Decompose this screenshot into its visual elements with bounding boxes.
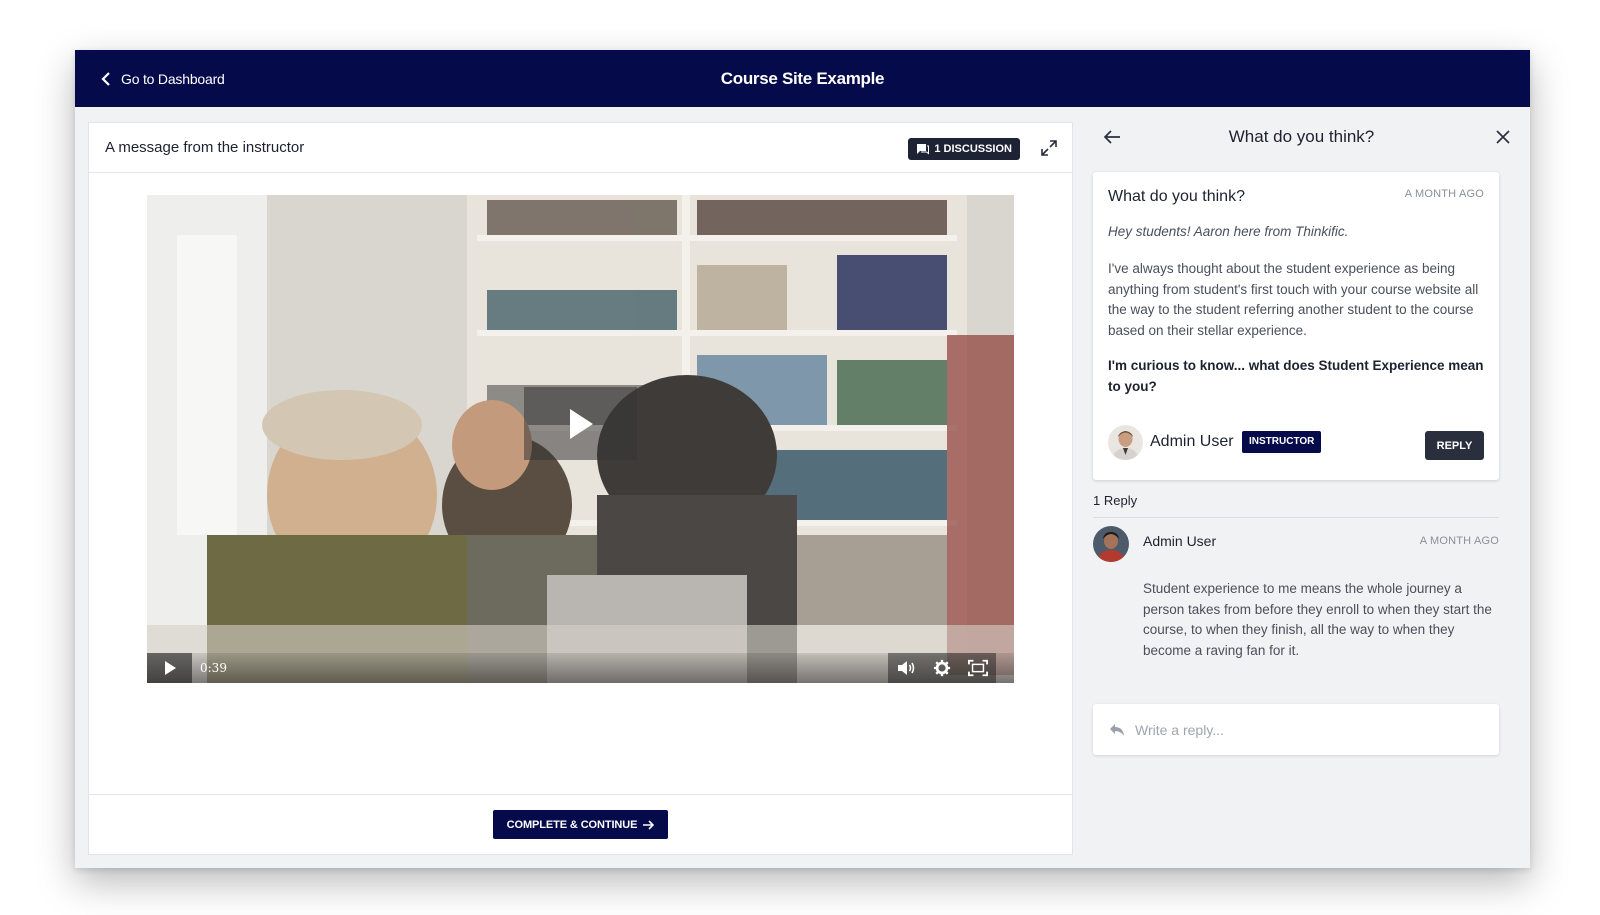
go-to-dashboard-link[interactable]: Go to Dashboard [101, 50, 225, 107]
reply-input[interactable] [1135, 721, 1465, 738]
volume-button[interactable] [888, 653, 924, 683]
video-play-button[interactable] [147, 653, 192, 683]
discussion-button[interactable]: 1 DISCUSSION [908, 138, 1020, 160]
play-icon [569, 408, 593, 439]
app-window: Go to Dashboard Course Site Example A me… [75, 50, 1530, 868]
discussion-header: What do you think? [1073, 107, 1530, 167]
play-icon [164, 661, 176, 675]
video-play-overlay[interactable] [524, 387, 637, 460]
discussion-panel-title: What do you think? [1228, 127, 1375, 146]
post-question: I'm curious to know... what does Student… [1108, 358, 1484, 394]
post-author: Admin User [1150, 433, 1234, 450]
discussion-button-label: 1 DISCUSSION [934, 143, 1012, 155]
top-bar: Go to Dashboard Course Site Example [75, 50, 1530, 107]
complete-continue-button[interactable]: COMPLETE & CONTINUE [492, 810, 669, 839]
fullscreen-button[interactable] [960, 653, 996, 683]
settings-button[interactable] [924, 653, 960, 683]
go-to-dashboard-label: Go to Dashboard [121, 70, 225, 87]
discussion-post: What do you think? A MONTH AGO Hey stude… [1093, 172, 1499, 480]
lesson-header: A message from the instructor 1 DISCUSSI… [89, 123, 1072, 173]
close-icon[interactable] [1496, 130, 1510, 144]
arrow-right-icon [643, 819, 655, 830]
chevron-left-icon [101, 71, 110, 86]
post-intro: Hey students! Aaron here from Thinkific. [1108, 224, 1349, 239]
video-player[interactable]: 0:39 [147, 195, 1014, 683]
lesson-title: A message from the instructor [105, 139, 305, 156]
lesson-footer: COMPLETE & CONTINUE [89, 794, 1072, 854]
avatar [1093, 526, 1129, 562]
site-title: Course Site Example [720, 69, 885, 88]
reply-author: Admin User [1143, 533, 1217, 549]
discussion-sidebar: What do you think? What do you think? A … [1073, 107, 1530, 868]
arrow-left-icon[interactable] [1103, 129, 1121, 145]
complete-continue-label: COMPLETE & CONTINUE [506, 818, 638, 831]
reply-count: 1 Reply [1093, 493, 1138, 508]
post-title: What do you think? [1108, 188, 1245, 205]
reply-input-box[interactable] [1093, 704, 1499, 755]
video-control-bar: 0:39 [147, 653, 1014, 683]
chat-bubble-icon [917, 144, 930, 155]
reply-body: Student experience to me means the whole… [1143, 581, 1492, 658]
video-time: 0:39 [200, 661, 227, 675]
fullscreen-icon [968, 659, 988, 677]
reply-button[interactable]: REPLY [1425, 431, 1484, 460]
reply-arrow-icon [1110, 723, 1124, 736]
post-timestamp: A MONTH AGO [1404, 188, 1484, 200]
reply-timestamp: A MONTH AGO [1419, 535, 1499, 547]
gear-icon [933, 659, 951, 677]
expand-arrows-icon[interactable] [1040, 139, 1058, 157]
instructor-badge: INSTRUCTOR [1242, 431, 1322, 453]
lesson-panel: A message from the instructor 1 DISCUSSI… [88, 122, 1073, 855]
avatar [1108, 425, 1143, 460]
volume-icon [898, 661, 915, 675]
divider [1093, 517, 1499, 518]
post-body: I've always thought about the student ex… [1108, 261, 1479, 338]
